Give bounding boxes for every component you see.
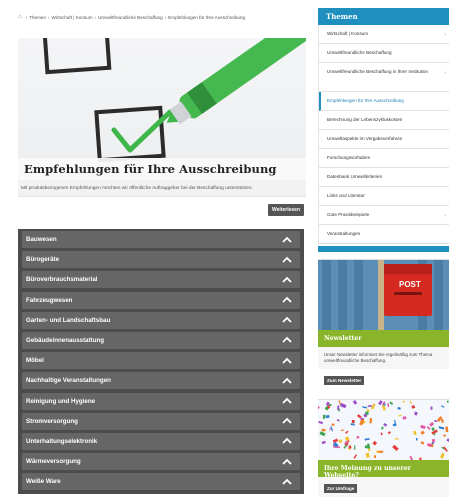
accordion-item[interactable]: Stromversorgung (22, 412, 300, 430)
sidebar-item[interactable]: Umweltfreundliche Beschaffung in Ihrer I… (319, 63, 449, 92)
sidebar-item-label: Empfehlungen für Ihre Ausschreibung (327, 98, 404, 103)
accordion-item[interactable]: Nachhaltige Veranstaltungen (22, 372, 300, 390)
breadcrumb-separator: › (25, 14, 28, 20)
sidebar-item-label: Links und Literatur (327, 193, 365, 198)
accordion-item-label: Stromversorgung (26, 417, 78, 425)
read-more-button[interactable]: Weiterlesen (268, 204, 304, 216)
mailbox-image: POST (318, 260, 449, 330)
sidebar-item[interactable]: Wirtschaft | Konsum › (319, 25, 449, 44)
chevron-right-icon: › (444, 32, 446, 38)
sidebar-item[interactable]: Berechnung der Lebenszykluskosten (319, 111, 449, 130)
accordion-item[interactable]: Unterhaltungselektronik (22, 432, 300, 450)
accordion-item-label: Reinigung und Hygiene (26, 397, 96, 405)
more-row: Weiterlesen (18, 197, 306, 225)
sidebar-item-label: Datenbank Umweltkriterien (327, 174, 383, 179)
chevron-up-icon[interactable] (282, 256, 292, 264)
sidebar-item-label: Wirtschaft | Konsum (327, 31, 369, 36)
sidebar-item-label: Umweltaspekte im Vergabeverfahren (327, 136, 403, 141)
sidebar-item-label: Forschungsvorhaben (327, 155, 371, 160)
accordion-item[interactable]: Reinigung und Hygiene (22, 392, 300, 410)
sidebar-item[interactable]: Umweltaspekte im Vergabeverfahren (319, 130, 449, 149)
chevron-up-icon[interactable] (282, 458, 292, 466)
survey-button[interactable]: Zur Umfrage (324, 484, 358, 493)
sidebar-item-label: Umweltfreundliche Beschaffung (327, 50, 392, 55)
accordion-item-label: Fahrzeugwesen (26, 296, 73, 304)
chevron-up-icon[interactable] (282, 437, 292, 445)
sidebar-item-label: Berechnung der Lebenszykluskosten (327, 117, 403, 122)
hero-description: Mit produktbezogenen Empfehlungen möchte… (18, 180, 306, 197)
accordion-item[interactable]: Möbel (22, 352, 300, 370)
sidebar-title: Themen (318, 8, 449, 25)
breadcrumb-separator: › (164, 14, 167, 20)
breadcrumb-separator: › (94, 14, 97, 20)
accordion-item-label: Garten- und Landschaftsbau (26, 316, 111, 324)
chevron-up-icon[interactable] (282, 357, 292, 365)
newsletter-title: Newsletter (318, 330, 449, 347)
accordion-item[interactable]: Fahrzeugwesen (22, 291, 300, 309)
chevron-up-icon[interactable] (282, 397, 292, 405)
accordion-item[interactable]: Weiße Ware (22, 473, 300, 491)
accordion-item[interactable]: Gebäudeinnenausstattung (22, 331, 300, 349)
chevron-up-icon[interactable] (282, 276, 292, 284)
sidebar-item-label: Umweltfreundliche Beschaffung in Ihrer I… (327, 69, 429, 74)
chevron-up-icon[interactable] (282, 336, 292, 344)
accordion-item-label: Büroverbrauchsmaterial (26, 276, 98, 284)
survey-title: Ihre Meinung zu unserer Webseite? (318, 460, 449, 479)
sidebar-nav: Wirtschaft | Konsum › Umweltfreundliche Be… (318, 25, 449, 244)
chevron-up-icon[interactable] (282, 316, 292, 324)
chevron-right-icon: › (444, 70, 446, 76)
sidebar-item[interactable]: Veranstaltungen (319, 225, 449, 244)
accordion-item[interactable]: Bürogeräte (22, 251, 300, 269)
main-content: ⌂ › Themen › Wirtschaft | Konsum › Umwel… (18, 10, 306, 495)
chevron-up-icon[interactable] (282, 478, 292, 486)
chevron-up-icon[interactable] (282, 417, 292, 425)
accordion-item[interactable]: Wärmeversorgung (22, 453, 300, 471)
breadcrumb: ⌂ › Themen › Wirtschaft | Konsum › Umwel… (18, 10, 306, 24)
sidebar-item-label: Veranstaltungen (327, 231, 361, 236)
newsletter-text: Unser Newsletter informiert Sie regelmäß… (318, 347, 449, 369)
product-accordion: Bauwesen Bürogeräte Büroverbrauchsmaterial… (18, 229, 304, 495)
chevron-up-icon[interactable] (282, 296, 292, 304)
sidebar-item[interactable]: Umweltfreundliche Beschaffung (319, 44, 449, 63)
sidebar: Themen Wirtschaft | Konsum › Umweltfreundl… (318, 8, 449, 497)
breadcrumb-item-beschaffung[interactable]: Umweltfreundliche Beschaffung (98, 15, 163, 20)
newsletter-teaser: POST Newsletter Unser Newsletter informi… (318, 259, 449, 387)
chevron-up-icon[interactable] (282, 377, 292, 385)
survey-body: Zur Umfrage (318, 477, 449, 497)
accordion-item-label: Gebäudeinnenausstattung (26, 336, 105, 344)
breadcrumb-item-current: Empfehlungen für Ihre Ausschreibung (168, 14, 246, 20)
newsletter-button[interactable]: Zum Newsletter (324, 376, 365, 385)
accordion-item-label: Bauwesen (26, 236, 57, 243)
sidebar-item[interactable]: Forschungsvorhaben (319, 149, 449, 168)
sidebar-item[interactable]: Datenbank Umweltkriterien (319, 168, 449, 187)
accordion-item-label: Nachhaltige Veranstaltungen (26, 377, 111, 385)
accordion-item[interactable]: Garten- und Landschaftsbau (22, 311, 300, 329)
accordion-item-label: Weiße Ware (26, 478, 61, 486)
breadcrumb-item-wirtschaft[interactable]: Wirtschaft | Konsum (52, 15, 93, 20)
accordion-item[interactable]: Bauwesen (22, 231, 300, 248)
hero-banner: Empfehlungen für Ihre Ausschreibung (18, 38, 306, 180)
sidebar-item[interactable]: Gute Praxisbeispiele › (319, 206, 449, 225)
page-title: Empfehlungen für Ihre Ausschreibung (18, 158, 306, 180)
mailbox-label: POST (399, 280, 421, 289)
sidebar-item[interactable]: Empfehlungen für Ihre Ausschreibung (319, 92, 449, 111)
survey-teaser: Ihre Meinung zu unserer Webseite? Zur Um… (318, 399, 449, 497)
accordion-item-label: Wärmeversorgung (26, 458, 81, 466)
breadcrumb-item-themen[interactable]: Themen (29, 15, 46, 20)
chevron-up-icon[interactable] (282, 236, 292, 244)
sidebar-footer-bar (318, 246, 449, 252)
accordion-item-label: Bürogeräte (26, 256, 60, 264)
confetti-image (318, 400, 449, 460)
accordion-item[interactable]: Büroverbrauchsmaterial (22, 271, 300, 289)
sidebar-item-label: Gute Praxisbeispiele (327, 212, 370, 217)
sidebar-item[interactable]: Links und Literatur (319, 187, 449, 206)
chevron-right-icon: › (444, 213, 446, 219)
accordion-item-label: Möbel (26, 357, 44, 365)
home-icon[interactable]: ⌂ (18, 14, 22, 20)
breadcrumb-separator: › (48, 14, 50, 20)
accordion-item-label: Unterhaltungselektronik (26, 437, 98, 445)
